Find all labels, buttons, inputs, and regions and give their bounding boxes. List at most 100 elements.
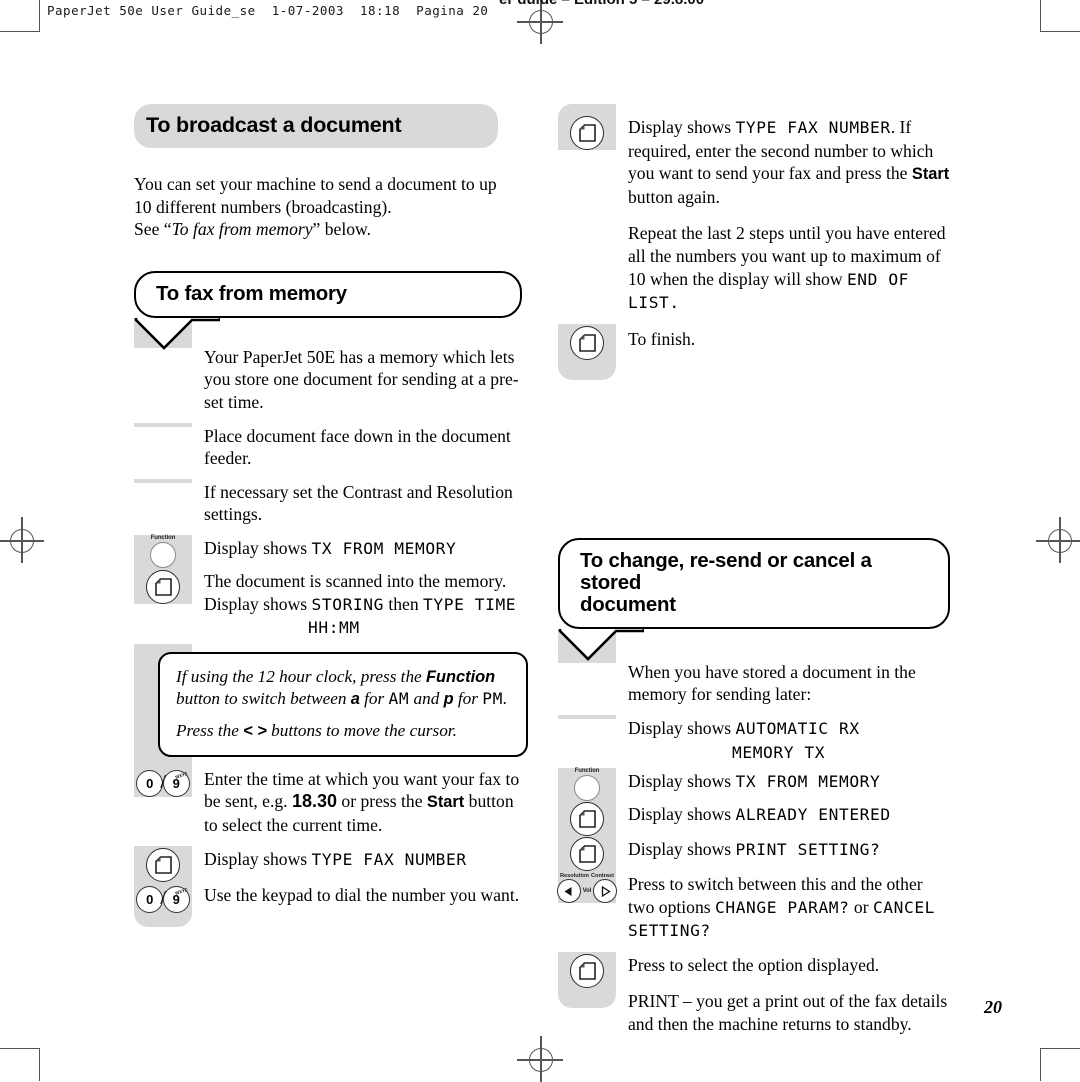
page-button-icon[interactable] — [570, 953, 604, 988]
step-gutter — [558, 714, 616, 719]
bubble-tail-icon — [134, 317, 220, 350]
step-text: Place document face down in the document… — [204, 425, 511, 469]
right-step-list-bottom: When you have stored a document in the m… — [556, 628, 950, 1044]
key-0-label: 0 — [146, 891, 154, 907]
step-gutter — [134, 478, 192, 483]
page-glyph-icon — [578, 333, 596, 352]
step-gutter — [134, 422, 192, 427]
note-text: for — [359, 688, 389, 708]
note-paragraph-2: Press the < > buttons to move the cursor… — [176, 720, 510, 742]
bold-time-value: 18.30 — [291, 791, 337, 812]
key-0[interactable]: 0 — [136, 769, 164, 797]
note-text: If using the 12 hour clock, press the — [176, 666, 426, 686]
step-gutter — [558, 987, 616, 1008]
key-0[interactable]: 0 — [136, 885, 164, 913]
step-item-switch-options: Resolution Contrast Vol Press to switch … — [556, 871, 950, 952]
triangle-left-icon — [564, 886, 572, 896]
arrow-buttons-icon[interactable]: Vol — [556, 879, 618, 904]
step-text: To finish. — [628, 328, 696, 349]
crop-mark-bottom-left — [0, 1048, 40, 1081]
lcd-text-hhmm: HH:MM — [308, 618, 360, 638]
step-gutter — [134, 567, 192, 604]
note-paragraph-1: If using the 12 hour clock, press the Fu… — [176, 666, 510, 710]
note-box-12-hour-clock: If using the 12 hour clock, press the Fu… — [158, 651, 528, 757]
step-gutter — [558, 836, 616, 872]
note-bold-arrows: < > — [243, 721, 267, 740]
key-9[interactable]: 9 WXYZ — [162, 769, 190, 797]
page-glyph-icon — [578, 810, 596, 828]
display-shows-label: Display shows — [204, 537, 312, 558]
function-button-icon[interactable] — [574, 775, 600, 802]
step-gutter — [558, 801, 616, 837]
display-shows-label: Display shows — [204, 848, 312, 869]
note-bold-a: a — [350, 689, 360, 708]
page-glyph-icon — [154, 855, 172, 874]
step-item-display-type-fax-number: Display shows TYPE FAX NUMBER — [134, 845, 526, 882]
page-button-icon[interactable] — [570, 837, 604, 872]
then-connector: then — [383, 593, 424, 614]
step-gutter: 0 / 9WXYZ — [134, 765, 192, 797]
intro-paragraph: You can set your machine to send a docum… — [134, 173, 526, 241]
page-button-icon[interactable] — [570, 325, 604, 360]
vol-label: Vol — [582, 888, 592, 895]
intro-line-3-prefix: See “ — [134, 219, 172, 240]
keypad-0-9-icon[interactable]: 0 / 9WXYZ — [136, 769, 190, 797]
function-button-label: Function — [150, 534, 176, 541]
crop-mark-bottom-right — [1040, 1048, 1080, 1081]
page-glyph-icon — [578, 962, 596, 980]
page-button-icon[interactable] — [146, 847, 180, 882]
triangle-right-icon — [601, 885, 611, 897]
step-text: Your PaperJet 50E has a memory which let… — [204, 346, 519, 412]
function-button-label: Function — [574, 768, 600, 775]
note-text: for — [453, 688, 483, 708]
bubble-heading-change-resend-wrap: To change, re-send or cancel a stored do… — [558, 537, 950, 661]
lcd-text: TX FROM MEMORY — [735, 772, 881, 792]
bubble-heading-change-resend: To change, re-send or cancel a stored do… — [558, 537, 950, 629]
display-shows-label: Display shows — [204, 593, 312, 614]
bold-start-button: Start — [426, 793, 465, 812]
lcd-text-pm: PM — [482, 688, 503, 708]
prepress-slug-right: er guide – Edition 5 – 29.8.00 — [499, 0, 704, 4]
page-button-icon[interactable] — [570, 116, 604, 150]
page-button-icon[interactable] — [570, 802, 604, 837]
step-gutter — [558, 323, 616, 380]
step-item-second-number: Display shows TYPE FAX NUMBER. If requir… — [558, 104, 950, 324]
key-9[interactable]: 9 WXYZ — [162, 885, 190, 913]
right-arrow-button[interactable] — [593, 879, 618, 904]
prepress-slug-left: PaperJet 50e User Guide_se 1-07-2003 18:… — [47, 3, 489, 18]
step-text: The document is scanned into the memory. — [204, 570, 507, 591]
step-item-select-option: Press to select the option displayed. — [558, 951, 950, 988]
step-text: or press the — [337, 791, 427, 812]
left-arrow-button[interactable] — [556, 879, 581, 904]
step-text: When you have stored a document in the m… — [628, 661, 916, 705]
step-gutter: Resolution Contrast Vol — [556, 871, 618, 904]
left-step-list: Your PaperJet 50E has a memory which let… — [134, 317, 528, 927]
step-item-display-tx-from-memory: Function Display shows TX FROM MEMORY — [134, 534, 526, 568]
display-shows-label: Display shows — [628, 717, 736, 738]
step-item-display-print-setting: Display shows PRINT SETTING? — [558, 836, 950, 872]
note-bold-p: p — [443, 689, 454, 708]
registration-mark-bottom — [517, 1036, 563, 1082]
step-item: Your PaperJet 50E has a memory which let… — [134, 343, 526, 423]
right-column: Display shows TYPE FAX NUMBER. If requir… — [556, 104, 950, 1044]
page-button-icon[interactable] — [146, 569, 180, 604]
step-item-display-already-entered: Display shows ALREADY ENTERED — [558, 801, 950, 837]
step-text: Press to select the option displayed. — [628, 954, 880, 975]
note-bold-function: Function — [425, 667, 496, 686]
bubble-heading-fax-from-memory: To fax from memory — [134, 270, 522, 318]
note-text: . — [502, 688, 508, 708]
keypad-0-9-icon[interactable]: 0 / 9WXYZ — [136, 885, 190, 913]
display-shows-label: Display shows — [628, 804, 736, 825]
crop-mark-top-left — [0, 0, 40, 32]
function-button-icon[interactable] — [150, 541, 176, 568]
step-gutter — [134, 845, 192, 882]
registration-mark-top — [517, 0, 563, 44]
display-shows-label: Display shows — [628, 771, 736, 792]
lcd-text-change-param: CHANGE PARAM? — [715, 897, 850, 917]
lcd-text: TYPE FAX NUMBER — [311, 849, 467, 869]
step-text: button again. — [628, 186, 720, 207]
step-item-scanned-into-memory: The document is scanned into the memory.… — [134, 567, 526, 644]
page-glyph-icon — [154, 578, 172, 596]
step-item-display-automatic-rx: Display shows AUTOMATIC RX MEMORY TX — [558, 714, 950, 768]
lcd-text: TYPE FAX NUMBER — [735, 118, 891, 137]
